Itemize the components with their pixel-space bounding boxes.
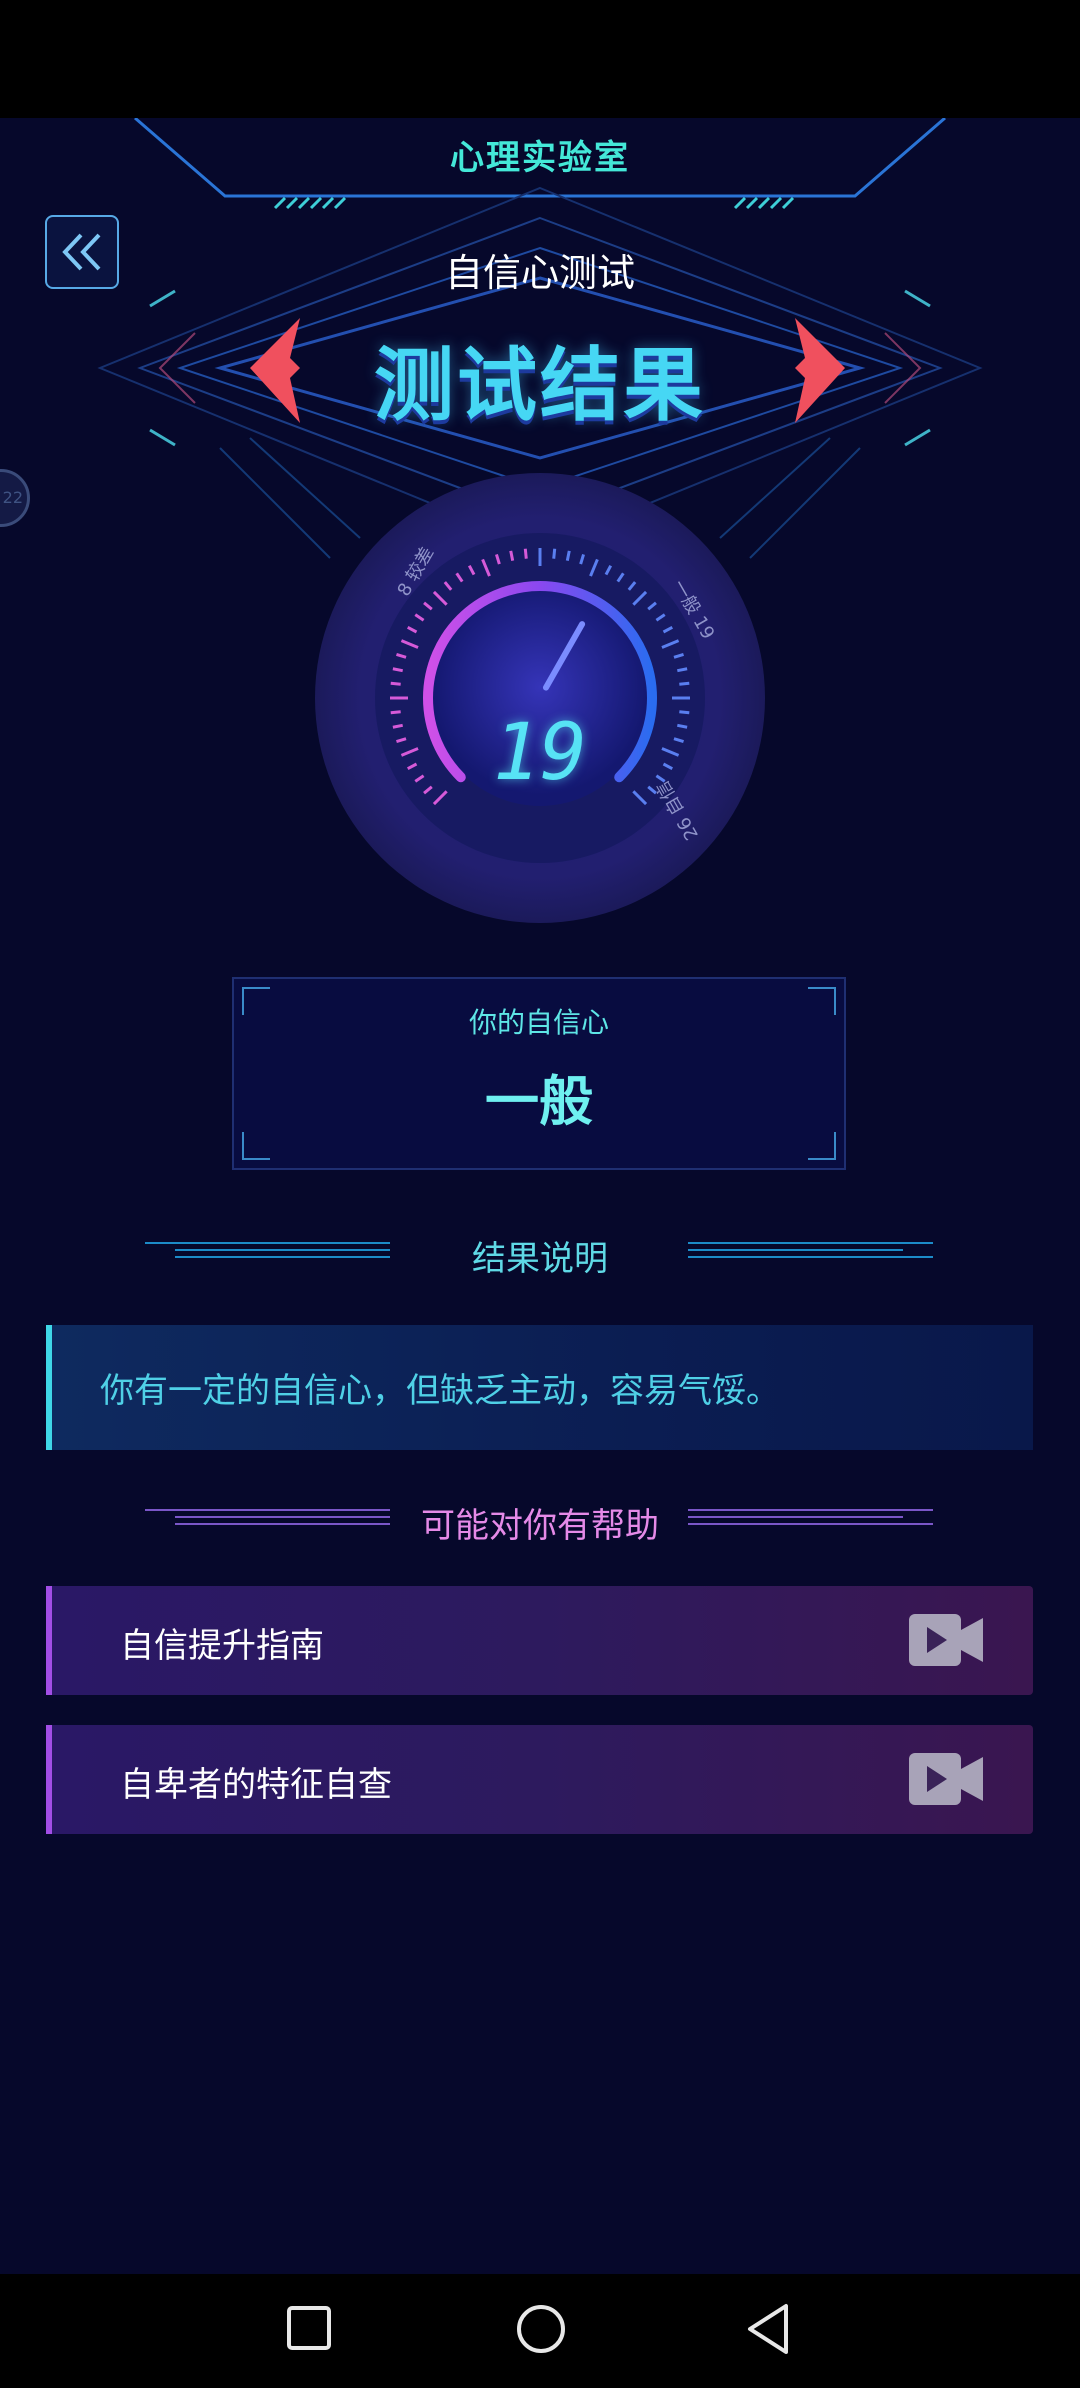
recent-apps-icon[interactable]: [285, 2304, 335, 2354]
result-card: 你的自信心 一般: [232, 977, 846, 1170]
gauge-tick: [679, 681, 690, 686]
test-name: 自信心测试: [444, 251, 635, 295]
page-title: 测试结果: [374, 339, 706, 432]
explanation-card: 你有一定的自信心，但缺乏主动，容易气馁。: [46, 1325, 1033, 1450]
gauge-tick: [552, 548, 557, 559]
status-bar: [0, 0, 1080, 118]
lab-title: 心理实验室: [450, 138, 630, 178]
help-item-self-check[interactable]: 自卑者的特征自查: [46, 1725, 1033, 1834]
gauge-tick: [390, 710, 401, 715]
help-divider-right: [688, 1509, 933, 1525]
result-value: 一般: [485, 1070, 593, 1133]
gauge-tick: [509, 550, 515, 561]
gauge-tick: [523, 548, 528, 559]
help-item-confidence-guide[interactable]: 自信提升指南: [46, 1586, 1033, 1695]
result-label: 你的自信心: [468, 1006, 609, 1039]
gauge-tick: [392, 667, 403, 673]
system-navigation-bar: [0, 2274, 1080, 2388]
score-value: 19: [493, 708, 587, 798]
gauge-tick: [679, 710, 690, 715]
gauge-tick: [390, 681, 401, 686]
section-divider-right: [688, 1242, 933, 1258]
help-item-label: 自卑者的特征自查: [120, 1765, 392, 1805]
back-nav-icon[interactable]: [744, 2302, 794, 2356]
gauge-tick: [392, 723, 403, 729]
video-camera-icon: [909, 1753, 983, 1805]
home-icon[interactable]: [514, 2302, 568, 2356]
gauge-tick: [565, 550, 571, 561]
gauge-tick: [677, 667, 688, 673]
app-screen: 心理实验室 自信心测试 测试结果 22 19 8 较差 一般 19 26 自信 …: [0, 118, 1080, 2274]
explanation-text: 你有一定的自信心，但缺乏主动，容易气馁。: [100, 1371, 780, 1411]
video-camera-icon: [909, 1614, 983, 1666]
help-item-label: 自信提升指南: [120, 1626, 324, 1666]
score-gauge: [315, 473, 765, 923]
gauge-tick: [677, 723, 688, 729]
